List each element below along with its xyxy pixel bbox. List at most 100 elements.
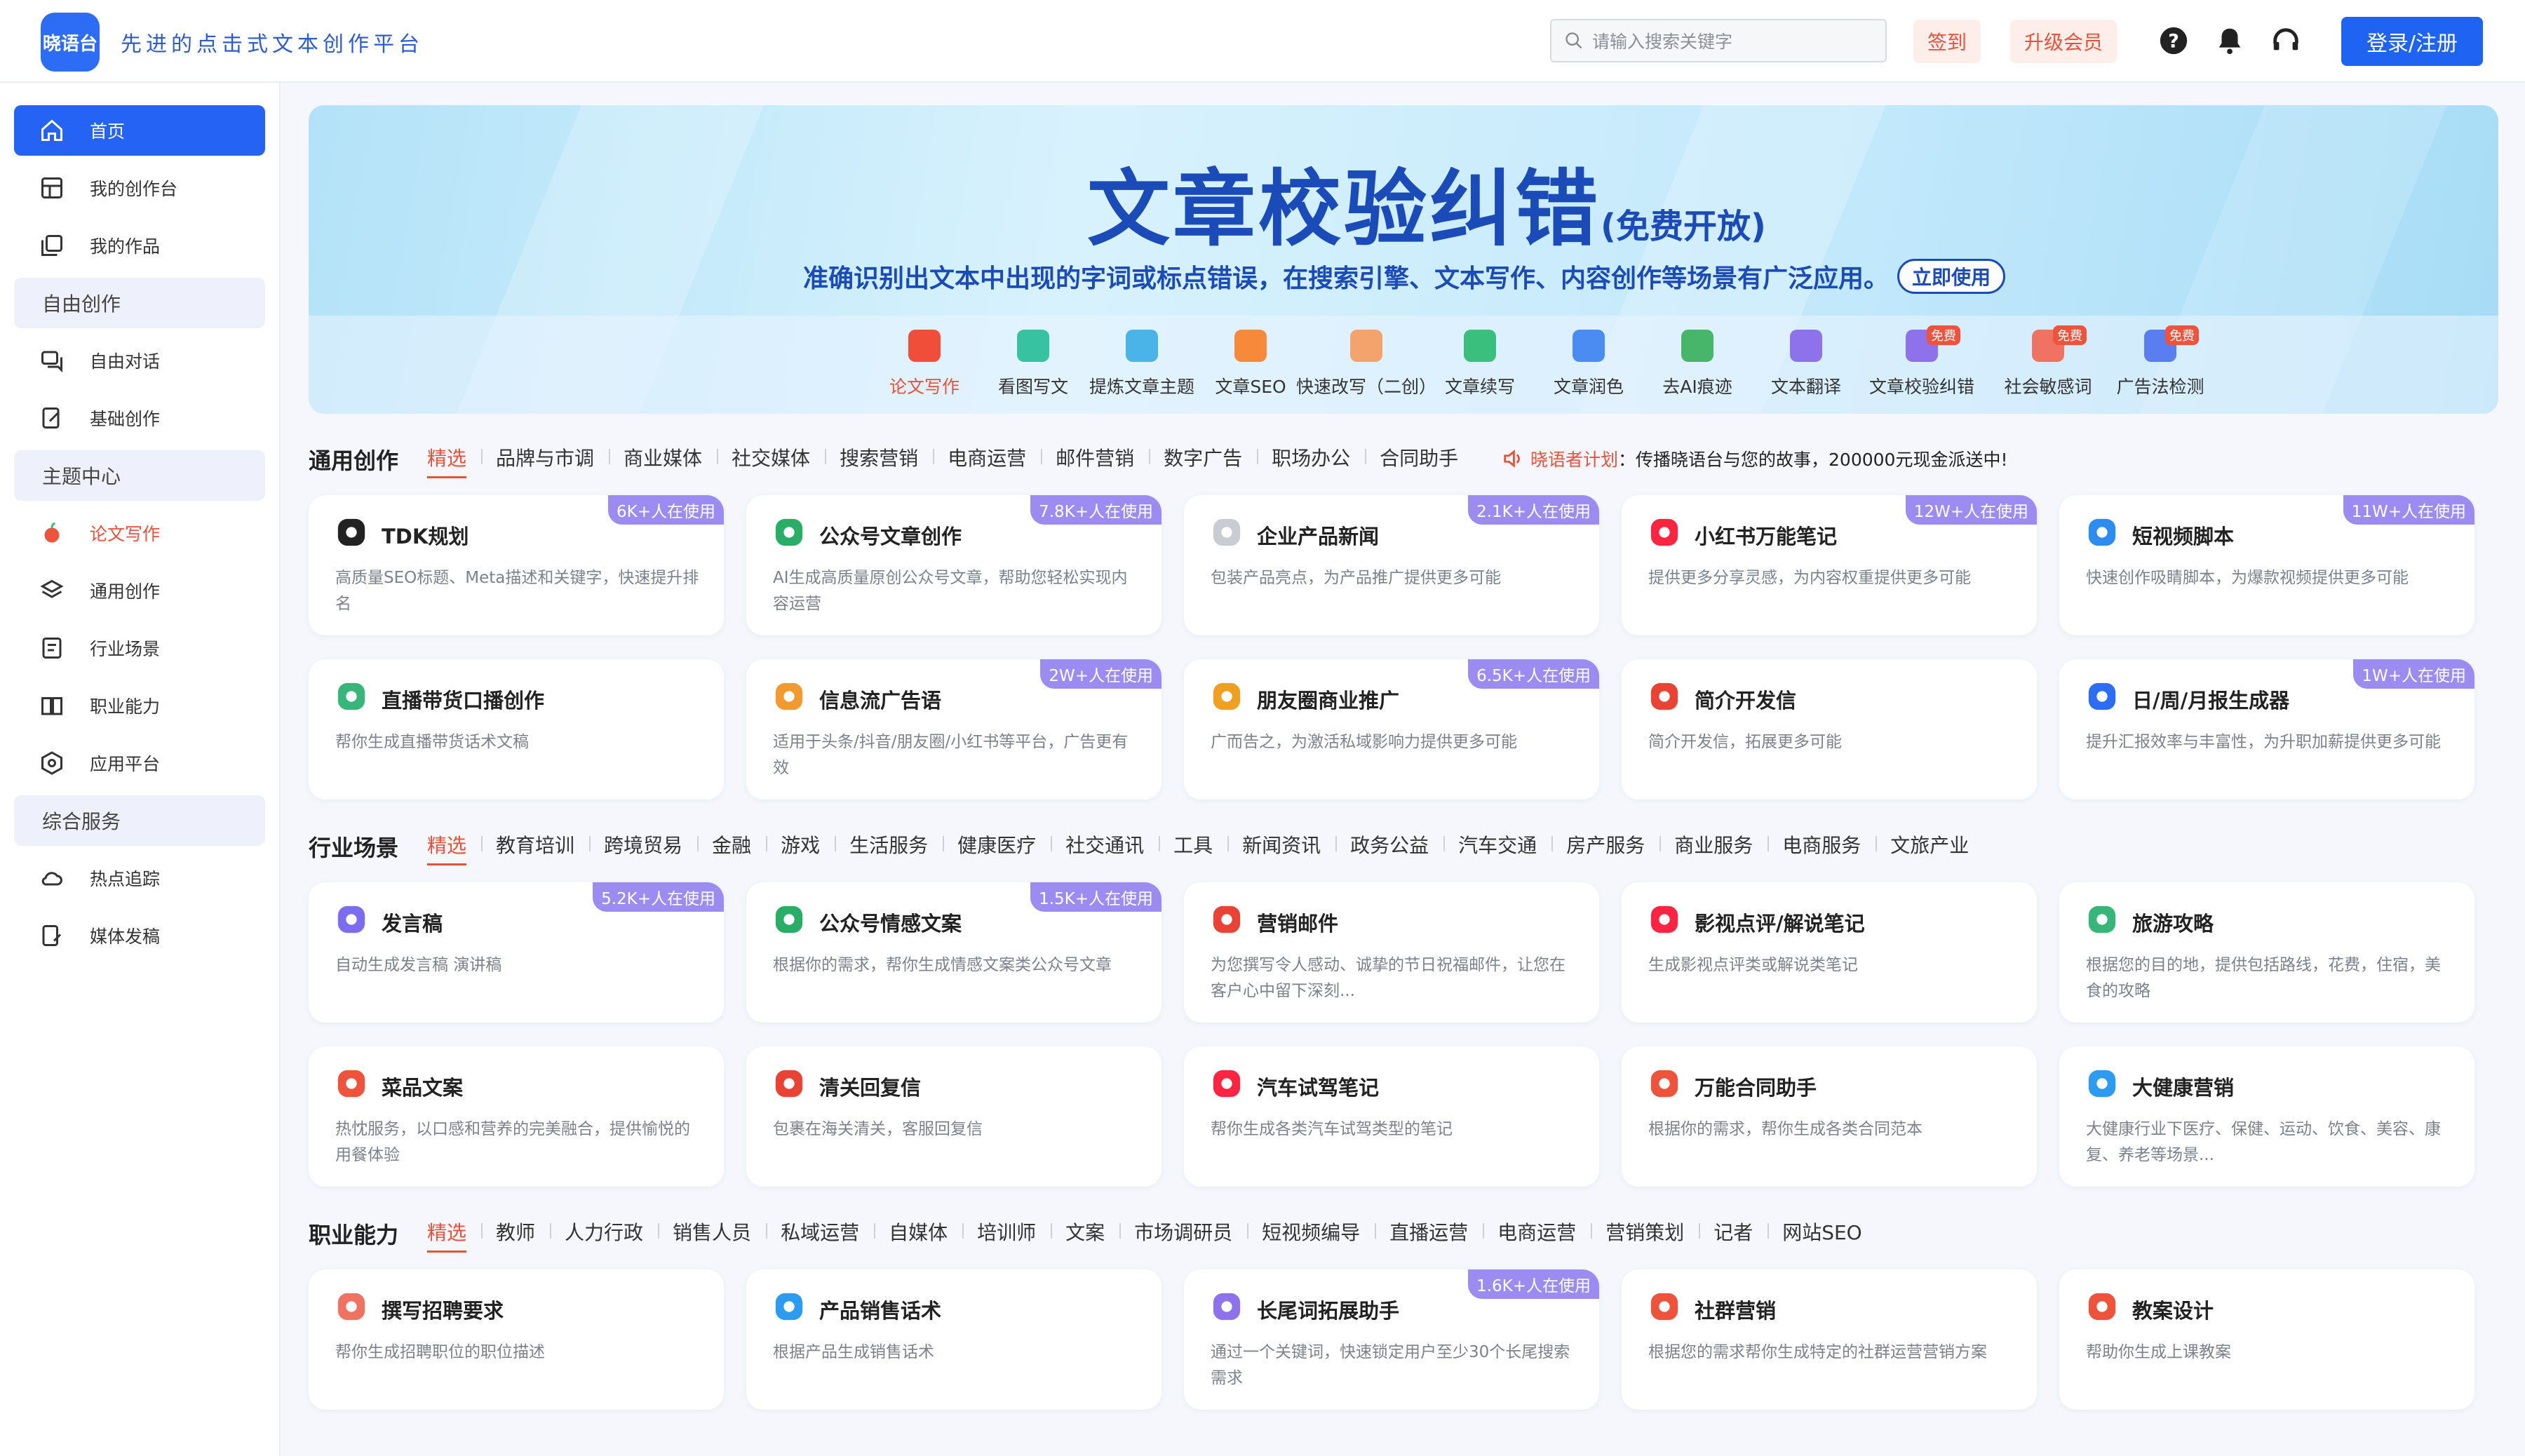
sidebar-item-free-chat[interactable]: 自由对话 bbox=[14, 335, 265, 386]
sidebar-item-general[interactable]: 通用创作 bbox=[14, 565, 265, 616]
promo-notice[interactable]: 晓语者计划 ：传播晓语台与您的故事，200000元现金派送中! bbox=[1501, 446, 2007, 471]
feature-card[interactable]: 大健康营销 大健康行业下医疗、保健、运动、饮食、美容、康复、养老等场景... bbox=[2059, 1046, 2474, 1187]
tab-career[interactable]: 培训师 bbox=[962, 1218, 1051, 1246]
tab-general[interactable]: 邮件营销 bbox=[1041, 443, 1149, 471]
feature-card[interactable]: 公众号文章创作 AI生成高质量原创公众号文章，帮助您轻松实现内容运营 7.8K+人在… bbox=[746, 495, 1162, 635]
tool-item[interactable]: 论文写作 bbox=[865, 330, 984, 398]
tool-item[interactable]: 看图写文 bbox=[974, 330, 1093, 398]
sidebar-item-career[interactable]: 职业能力 bbox=[14, 680, 265, 731]
tool-item[interactable]: 文章续写 bbox=[1420, 330, 1540, 398]
tab-career[interactable]: 教师 bbox=[481, 1218, 550, 1246]
tab-general[interactable]: 商业媒体 bbox=[609, 443, 717, 471]
feature-card[interactable]: 公众号情感文案 根据你的需求，帮你生成情感文案类公众号文章 1.5K+人在使用 bbox=[746, 882, 1162, 1023]
headset-icon[interactable] bbox=[2270, 25, 2302, 57]
search-input[interactable]: 请输入搜索关键字 bbox=[1550, 19, 1887, 62]
tab-career[interactable]: 精选 bbox=[412, 1218, 481, 1253]
tab-general[interactable]: 搜索营销 bbox=[825, 443, 933, 471]
tab-industry[interactable]: 生活服务 bbox=[835, 830, 943, 858]
feature-card[interactable]: 万能合同助手 根据你的需求，帮你生成各类合同范本 bbox=[1622, 1046, 2037, 1187]
feature-card[interactable]: 日/周/月报生成器 提升汇报效率与丰富性，为升职加薪提供更多可能 1W+人在使用 bbox=[2059, 659, 2474, 800]
tab-industry[interactable]: 健康医疗 bbox=[943, 830, 1051, 858]
tab-industry[interactable]: 新闻资讯 bbox=[1227, 830, 1335, 858]
tab-industry[interactable]: 房产服务 bbox=[1551, 830, 1659, 858]
tool-item[interactable]: 免费 广告法检测 bbox=[2101, 325, 2220, 398]
tab-general[interactable]: 品牌与市调 bbox=[481, 443, 609, 471]
tab-career[interactable]: 电商运营 bbox=[1483, 1218, 1591, 1246]
tab-general[interactable]: 合同助手 bbox=[1365, 443, 1473, 471]
tool-item[interactable]: 文章SEO bbox=[1191, 330, 1310, 398]
tab-career[interactable]: 销售人员 bbox=[658, 1218, 766, 1246]
tool-item[interactable]: 文章润色 bbox=[1529, 330, 1648, 398]
sidebar-item-workspace[interactable]: 我的创作台 bbox=[14, 163, 265, 213]
tab-general[interactable]: 职场办公 bbox=[1257, 443, 1365, 471]
help-icon[interactable]: ? bbox=[2157, 25, 2190, 57]
tab-industry[interactable]: 文旅产业 bbox=[1876, 830, 1984, 858]
tab-career[interactable]: 自媒体 bbox=[874, 1218, 962, 1246]
feature-card[interactable]: 短视频脚本 快速创作吸睛脚本，为爆款视频提供更多可能 11W+人在使用 bbox=[2059, 495, 2474, 635]
tab-industry[interactable]: 精选 bbox=[412, 830, 481, 865]
sidebar-item-home[interactable]: 首页 bbox=[14, 105, 265, 156]
sidebar-item-apps[interactable]: 应用平台 bbox=[14, 738, 265, 788]
tab-industry[interactable]: 商业服务 bbox=[1659, 830, 1767, 858]
sidebar-item-basic-creation[interactable]: 基础创作 bbox=[14, 393, 265, 443]
sidebar-item-media[interactable]: 媒体发稿 bbox=[14, 910, 265, 961]
feature-card[interactable]: 撰写招聘要求 帮你生成招聘职位的职位描述 bbox=[309, 1269, 724, 1410]
tab-general[interactable]: 电商运营 bbox=[933, 443, 1041, 471]
tool-item[interactable]: 免费 文章校验纠错 bbox=[1862, 325, 1981, 398]
feature-card[interactable]: 长尾词拓展助手 通过一个关键词，快速锁定用户至少30个长尾搜索需求 1.6K+人在使… bbox=[1184, 1269, 1599, 1410]
tab-industry[interactable]: 工具 bbox=[1159, 830, 1227, 858]
sidebar-item-hotspot[interactable]: 热点追踪 bbox=[14, 853, 265, 903]
upgrade-vip-button[interactable]: 升级会员 bbox=[2010, 20, 2117, 63]
tool-item[interactable]: 去AI痕迹 bbox=[1638, 330, 1757, 398]
tool-item[interactable]: 快速改写（二创） bbox=[1296, 330, 1436, 398]
tab-industry[interactable]: 电商服务 bbox=[1767, 830, 1876, 858]
tool-item[interactable]: 文本翻译 bbox=[1746, 330, 1866, 398]
feature-card[interactable]: 直播带货口播创作 帮你生成直播带货话术文稿 bbox=[309, 659, 724, 800]
tab-general[interactable]: 精选 bbox=[412, 443, 481, 478]
tab-career[interactable]: 直播运营 bbox=[1375, 1218, 1483, 1246]
tab-career[interactable]: 文案 bbox=[1051, 1218, 1119, 1246]
feature-card[interactable]: 企业产品新闻 包装产品亮点，为产品推广提供更多可能 2.1K+人在使用 bbox=[1184, 495, 1599, 635]
sidebar-item-industry[interactable]: 行业场景 bbox=[14, 623, 265, 673]
feature-card[interactable]: 发言稿 自动生成发言稿 演讲稿 5.2K+人在使用 bbox=[309, 882, 724, 1023]
tab-industry[interactable]: 教育培训 bbox=[481, 830, 589, 858]
tab-career[interactable]: 市场调研员 bbox=[1119, 1218, 1247, 1246]
feature-card[interactable]: TDK规划 高质量SEO标题、Meta描述和关键字，快速提升排名 6K+人在使用 bbox=[309, 495, 724, 635]
tab-career[interactable]: 人力行政 bbox=[550, 1218, 658, 1246]
tab-general[interactable]: 社交媒体 bbox=[717, 443, 825, 471]
tab-career[interactable]: 营销策划 bbox=[1591, 1218, 1699, 1246]
tab-industry[interactable]: 金融 bbox=[697, 830, 766, 858]
tool-item[interactable]: 免费 社会敏感词 bbox=[1988, 325, 2108, 398]
tool-item[interactable]: 提炼文章主题 bbox=[1082, 330, 1201, 398]
banner-cta-button[interactable]: 立即使用 bbox=[1897, 259, 2006, 294]
feature-card[interactable]: 菜品文案 热忱服务，以口感和营养的完美融合，提供愉悦的用餐体验 bbox=[309, 1046, 724, 1187]
login-register-button[interactable]: 登录/注册 bbox=[2341, 17, 2483, 66]
tab-general[interactable]: 数字广告 bbox=[1149, 443, 1257, 471]
tab-industry[interactable]: 跨境贸易 bbox=[589, 830, 697, 858]
sign-in-daily-button[interactable]: 签到 bbox=[1913, 20, 1981, 63]
app-logo[interactable]: 晓语台 bbox=[41, 13, 100, 72]
feature-card[interactable]: 清关回复信 包裹在海关清关，客服回复信 bbox=[746, 1046, 1162, 1187]
tab-industry[interactable]: 社交通讯 bbox=[1051, 830, 1159, 858]
feature-card[interactable]: 信息流广告语 适用于头条/抖音/朋友圈/小红书等平台，广告更有效 2W+人在使用 bbox=[746, 659, 1162, 800]
feature-card[interactable]: 营销邮件 为您撰写令人感动、诚挚的节日祝福邮件，让您在客户心中留下深刻... bbox=[1184, 882, 1599, 1023]
tab-industry[interactable]: 汽车交通 bbox=[1443, 830, 1551, 858]
feature-card[interactable]: 简介开发信 简介开发信，拓展更多可能 bbox=[1622, 659, 2037, 800]
feature-card[interactable]: 影视点评/解说笔记 生成影视点评类或解说类笔记 bbox=[1622, 882, 2037, 1023]
feature-card[interactable]: 产品销售话术 根据产品生成销售话术 bbox=[746, 1269, 1162, 1410]
feature-card[interactable]: 朋友圈商业推广 广而告之，为激活私域影响力提供更多可能 6.5K+人在使用 bbox=[1184, 659, 1599, 800]
sidebar-item-works[interactable]: 我的作品 bbox=[14, 220, 265, 271]
sidebar-item-thesis[interactable]: 论文写作 bbox=[14, 508, 265, 558]
tab-career[interactable]: 网站SEO bbox=[1767, 1218, 1877, 1246]
feature-card[interactable]: 小红书万能笔记 提供更多分享灵感，为内容权重提供更多可能 12W+人在使用 bbox=[1622, 495, 2037, 635]
feature-card[interactable]: 旅游攻略 根据您的目的地，提供包括路线，花费，住宿，美食的攻略 bbox=[2059, 882, 2474, 1023]
tab-industry[interactable]: 政务公益 bbox=[1335, 830, 1443, 858]
promo-banner[interactable]: 文章校验纠错(免费开放) 准确识别出文本中出现的字词或标点错误，在搜索引擎、文本… bbox=[309, 105, 2498, 414]
feature-card[interactable]: 教案设计 帮助你生成上课教案 bbox=[2059, 1269, 2474, 1410]
bell-icon[interactable] bbox=[2214, 25, 2246, 57]
feature-card[interactable]: 汽车试驾笔记 帮你生成各类汽车试驾类型的笔记 bbox=[1184, 1046, 1599, 1187]
tab-career[interactable]: 私域运营 bbox=[766, 1218, 874, 1246]
tab-industry[interactable]: 游戏 bbox=[766, 830, 835, 858]
tab-career[interactable]: 记者 bbox=[1699, 1218, 1767, 1246]
tab-career[interactable]: 短视频编导 bbox=[1247, 1218, 1375, 1246]
